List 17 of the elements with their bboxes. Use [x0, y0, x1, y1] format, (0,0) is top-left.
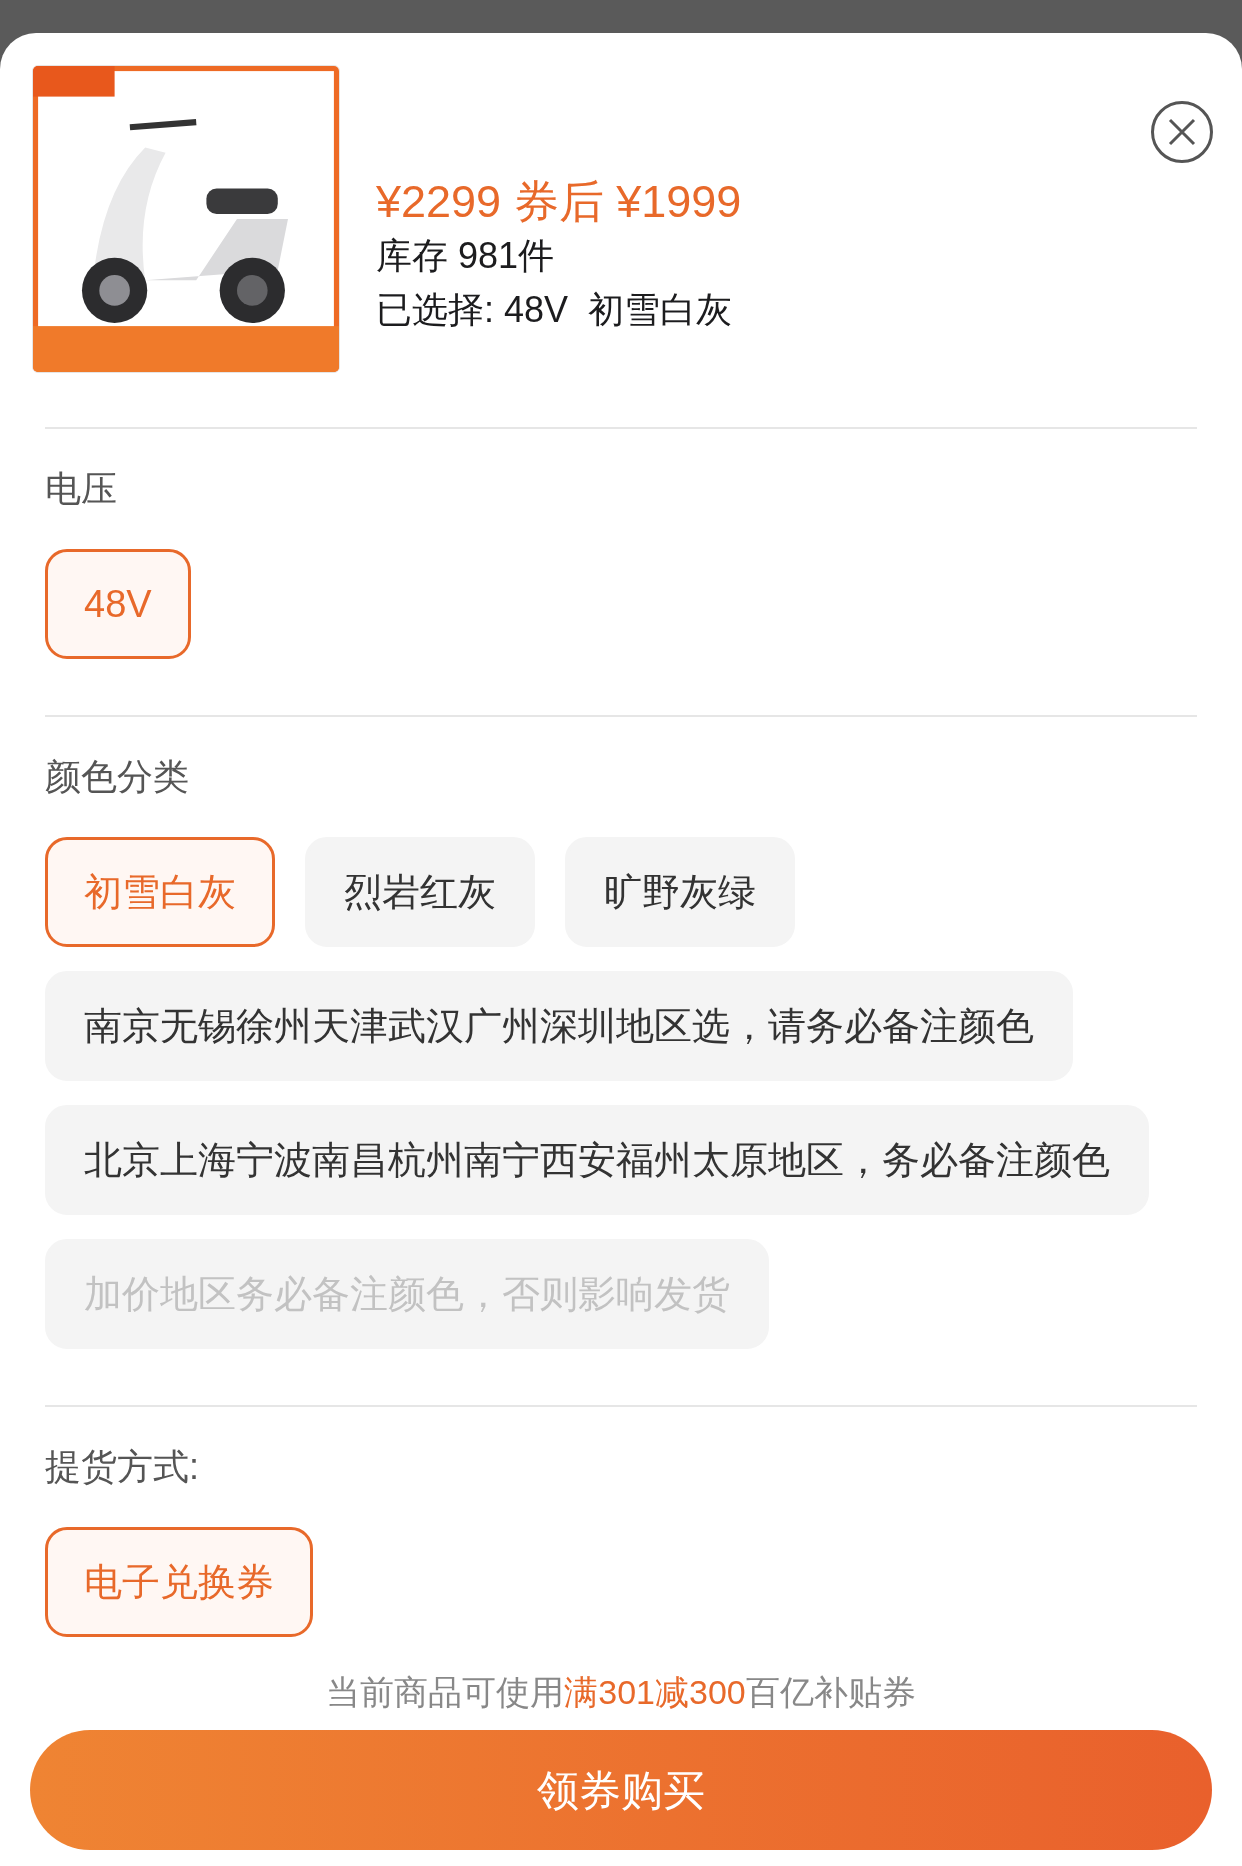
section-title: 颜色分类 — [45, 755, 190, 799]
option-chip[interactable]: 旷野灰绿 — [565, 837, 795, 947]
option-chip[interactable]: 初雪白灰 — [45, 837, 275, 947]
option-chip[interactable]: 48V — [45, 549, 191, 659]
buy-button[interactable]: 领券购买 — [30, 1730, 1212, 1850]
coupon-note: 当前商品可使用满301减300百亿补贴券 — [325, 1672, 917, 1713]
section-title: 提货方式: — [45, 1445, 200, 1489]
close-button[interactable] — [1151, 101, 1213, 163]
option-chip[interactable]: 电子兑换券 — [45, 1527, 313, 1637]
price: ¥2299 券后 ¥1999 — [376, 175, 742, 229]
close-icon — [1167, 117, 1197, 147]
option-chip[interactable]: 烈岩红灰 — [305, 837, 535, 947]
stock-count: 库存 981件 — [376, 234, 556, 278]
selected-spec: 已选择: 48V 初雪白灰 — [376, 288, 734, 332]
section-title: 电压 — [45, 467, 118, 511]
option-chip[interactable]: 北京上海宁波南昌杭州南宁西安福州太原地区，务必备注颜色 — [45, 1105, 1149, 1215]
option-chip[interactable]: 南京无锡徐州天津武汉广州深圳地区选，请务必备注颜色 — [45, 971, 1073, 1081]
